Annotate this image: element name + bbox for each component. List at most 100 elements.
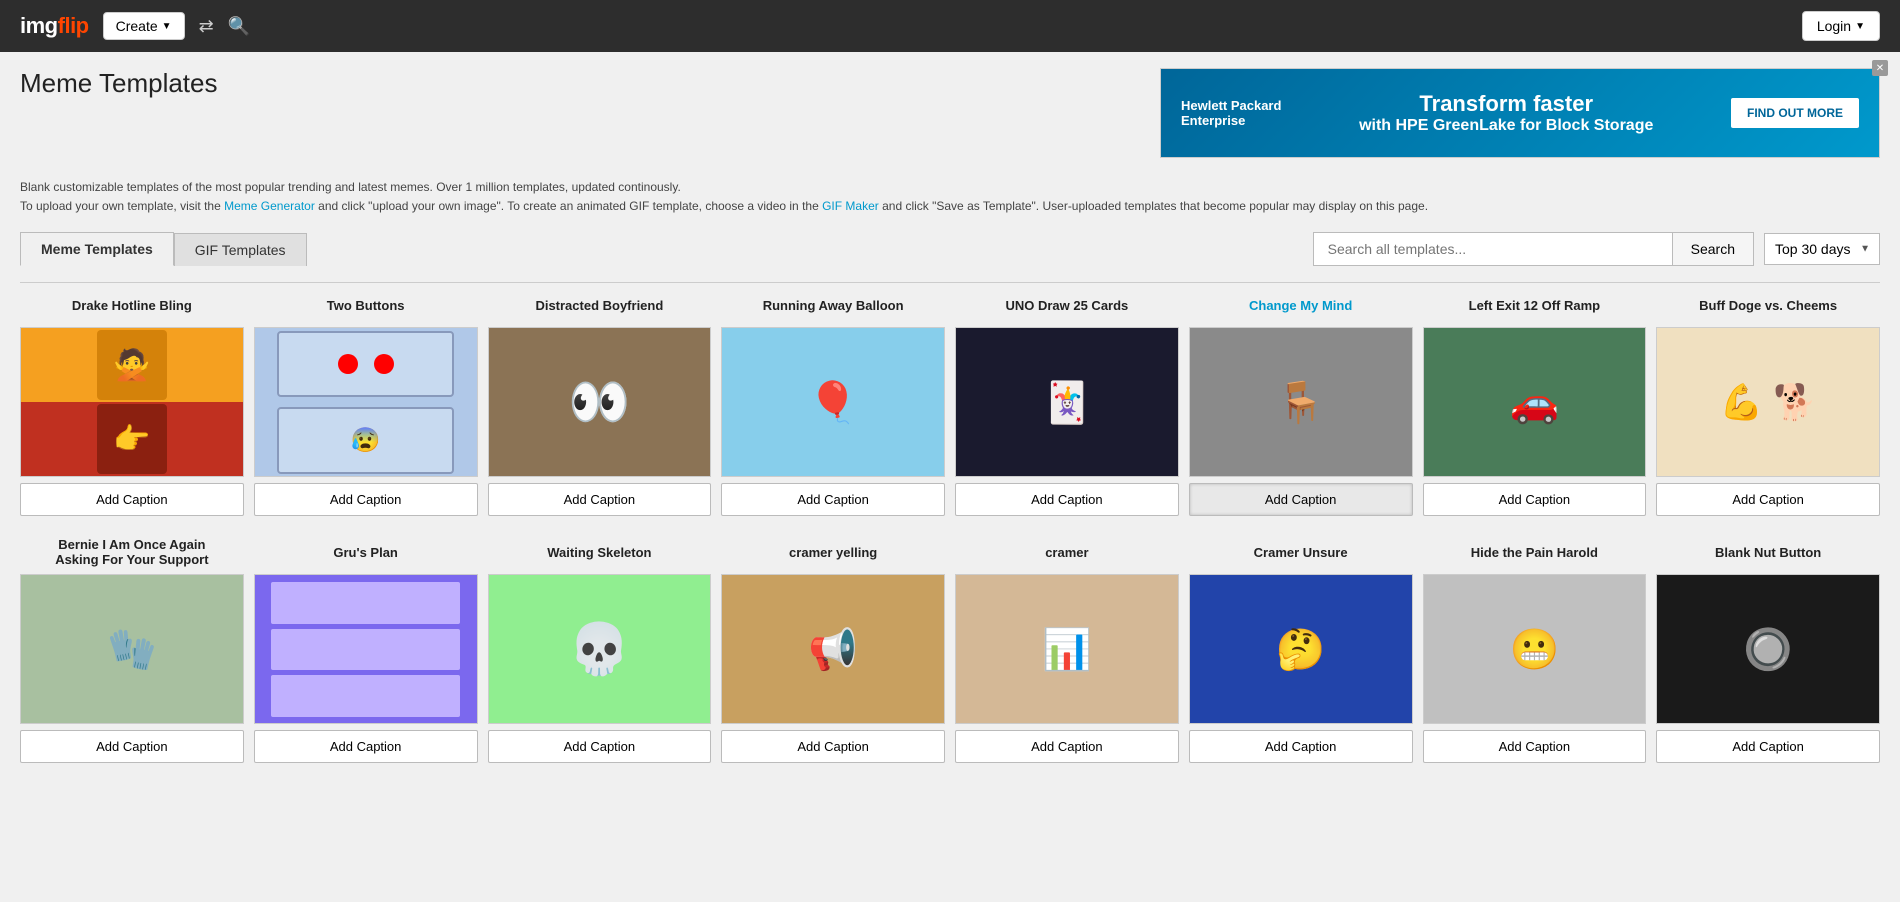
meme-grid-row1: Drake Hotline Bling 🙅 👉 Add Caption Two … [20, 289, 1880, 516]
meme-item-distracted: Distracted Boyfriend 👀 Add Caption [488, 289, 712, 516]
meme-name-cramer-unsure: Cramer Unsure [1254, 536, 1348, 568]
search-area: Search [1313, 232, 1754, 266]
meme-generator-link[interactable]: Meme Generator [224, 199, 315, 213]
login-label: Login [1817, 18, 1851, 34]
add-caption-drake[interactable]: Add Caption [20, 483, 244, 516]
add-caption-running[interactable]: Add Caption [721, 483, 945, 516]
meme-item-blank-nut: Blank Nut Button 🔘 Add Caption [1656, 536, 1880, 763]
meme-name-uno: UNO Draw 25 Cards [1005, 289, 1128, 321]
meme-thumb-cramer-unsure[interactable]: 🤔 [1189, 574, 1413, 724]
chevron-down-icon-login: ▼ [1855, 21, 1865, 32]
add-caption-cramer-unsure[interactable]: Add Caption [1189, 730, 1413, 763]
meme-name-running: Running Away Balloon [763, 289, 904, 321]
add-caption-skeleton[interactable]: Add Caption [488, 730, 712, 763]
meme-thumb-change-mind[interactable]: 🪑 [1189, 327, 1413, 477]
meme-name-hide-pain: Hide the Pain Harold [1471, 536, 1598, 568]
add-caption-change-mind[interactable]: Add Caption [1189, 483, 1413, 516]
meme-thumb-two-buttons[interactable]: 😰 [254, 327, 478, 477]
ad-close-button[interactable]: ✕ [1872, 60, 1888, 76]
top-filter: Top 30 days Top 7 days Top all time Newe… [1764, 233, 1880, 265]
tab-gif-templates[interactable]: GIF Templates [174, 233, 307, 266]
divider [20, 282, 1880, 283]
meme-item-buff-doge: Buff Doge vs. Cheems 💪 🐕 Add Caption [1656, 289, 1880, 516]
create-label: Create [116, 18, 158, 34]
meme-item-left-exit: Left Exit 12 Off Ramp 🚗 Add Caption [1423, 289, 1647, 516]
chevron-down-icon: ▼ [162, 21, 172, 32]
add-caption-blank-nut[interactable]: Add Caption [1656, 730, 1880, 763]
meme-thumb-running[interactable]: 🎈 [721, 327, 945, 477]
meme-thumb-drake[interactable]: 🙅 👉 [20, 327, 244, 477]
tab-meme-templates[interactable]: Meme Templates [20, 232, 174, 266]
meme-name-blank-nut: Blank Nut Button [1715, 536, 1821, 568]
ad-cta-button[interactable]: FIND OUT MORE [1731, 98, 1859, 128]
meme-thumb-buff-doge[interactable]: 💪 🐕 [1656, 327, 1880, 477]
ad-logo: Hewlett Packard Enterprise [1181, 98, 1281, 128]
main-content: Hewlett Packard Enterprise Transform fas… [0, 52, 1900, 779]
header: imgflip Create ▼ ⇄ 🔍 Login ▼ [0, 0, 1900, 52]
ad-text: Transform faster with HPE GreenLake for … [1281, 91, 1731, 135]
meme-name-two-buttons: Two Buttons [327, 289, 405, 321]
add-caption-cramer-yelling[interactable]: Add Caption [721, 730, 945, 763]
search-button[interactable]: Search [1673, 232, 1754, 266]
add-caption-two-buttons[interactable]: Add Caption [254, 483, 478, 516]
ad-banner: Hewlett Packard Enterprise Transform fas… [1160, 68, 1880, 158]
tabs: Meme Templates GIF Templates [20, 232, 307, 266]
meme-item-bernie: Bernie I Am Once AgainAsking For Your Su… [20, 536, 244, 763]
meme-thumb-distracted[interactable]: 👀 [488, 327, 712, 477]
add-caption-hide-pain[interactable]: Add Caption [1423, 730, 1647, 763]
shuffle-icon[interactable]: ⇄ [199, 16, 214, 37]
meme-name-left-exit: Left Exit 12 Off Ramp [1469, 289, 1600, 321]
gif-maker-link[interactable]: GIF Maker [822, 199, 879, 213]
logo-text-img: img [20, 13, 58, 39]
header-right: Login ▼ [1802, 11, 1880, 41]
meme-name-distracted: Distracted Boyfriend [535, 289, 663, 321]
meme-grid-row2: Bernie I Am Once AgainAsking For Your Su… [20, 536, 1880, 763]
add-caption-cramer[interactable]: Add Caption [955, 730, 1179, 763]
meme-name-change-mind: Change My Mind [1249, 289, 1352, 321]
meme-item-running: Running Away Balloon 🎈 Add Caption [721, 289, 945, 516]
add-caption-buff-doge[interactable]: Add Caption [1656, 483, 1880, 516]
meme-item-skeleton: Waiting Skeleton 💀 Add Caption [488, 536, 712, 763]
meme-item-cramer-unsure: Cramer Unsure 🤔 Add Caption [1189, 536, 1413, 763]
page-description: Blank customizable templates of the most… [20, 178, 1880, 216]
meme-name-cramer-yelling: cramer yelling [789, 536, 877, 568]
meme-thumb-skeleton[interactable]: 💀 [488, 574, 712, 724]
meme-item-cramer-yelling: cramer yelling 📢 Add Caption [721, 536, 945, 763]
ad-banner-wrapper: Hewlett Packard Enterprise Transform fas… [1140, 68, 1880, 168]
meme-name-drake: Drake Hotline Bling [72, 289, 192, 321]
meme-item-hide-pain: Hide the Pain Harold 😬 Add Caption [1423, 536, 1647, 763]
meme-thumb-bernie[interactable]: 🧤 [20, 574, 244, 724]
search-icon-header[interactable]: 🔍 [228, 16, 250, 37]
meme-name-buff-doge: Buff Doge vs. Cheems [1699, 289, 1837, 321]
add-caption-uno[interactable]: Add Caption [955, 483, 1179, 516]
meme-thumb-hide-pain[interactable]: 😬 [1423, 574, 1647, 724]
meme-name-gru: Gru's Plan [333, 536, 398, 568]
meme-thumb-cramer-yelling[interactable]: 📢 [721, 574, 945, 724]
meme-thumb-blank-nut[interactable]: 🔘 [1656, 574, 1880, 724]
login-button[interactable]: Login ▼ [1802, 11, 1880, 41]
logo[interactable]: imgflip [20, 13, 89, 39]
add-caption-gru[interactable]: Add Caption [254, 730, 478, 763]
meme-name-bernie: Bernie I Am Once AgainAsking For Your Su… [55, 536, 208, 568]
add-caption-distracted[interactable]: Add Caption [488, 483, 712, 516]
search-tabs-row: Meme Templates GIF Templates Search Top … [20, 232, 1880, 266]
meme-thumb-cramer[interactable]: 📊 [955, 574, 1179, 724]
top-filter-select[interactable]: Top 30 days Top 7 days Top all time Newe… [1764, 233, 1880, 265]
meme-item-drake: Drake Hotline Bling 🙅 👉 Add Caption [20, 289, 244, 516]
header-left: imgflip Create ▼ ⇄ 🔍 [20, 12, 250, 40]
meme-name-cramer: cramer [1045, 536, 1088, 568]
add-caption-bernie[interactable]: Add Caption [20, 730, 244, 763]
meme-thumb-gru[interactable] [254, 574, 478, 724]
meme-item-cramer: cramer 📊 Add Caption [955, 536, 1179, 763]
search-input[interactable] [1313, 232, 1673, 266]
meme-item-change-mind: Change My Mind 🪑 Add Caption [1189, 289, 1413, 516]
meme-item-uno: UNO Draw 25 Cards 🃏 Add Caption [955, 289, 1179, 516]
meme-thumb-left-exit[interactable]: 🚗 [1423, 327, 1647, 477]
logo-text-flip: flip [58, 13, 89, 39]
meme-thumb-uno[interactable]: 🃏 [955, 327, 1179, 477]
meme-name-skeleton: Waiting Skeleton [547, 536, 651, 568]
add-caption-left-exit[interactable]: Add Caption [1423, 483, 1647, 516]
create-button[interactable]: Create ▼ [103, 12, 185, 40]
meme-item-two-buttons: Two Buttons 😰 Add Caption [254, 289, 478, 516]
meme-item-gru: Gru's Plan Add Caption [254, 536, 478, 763]
